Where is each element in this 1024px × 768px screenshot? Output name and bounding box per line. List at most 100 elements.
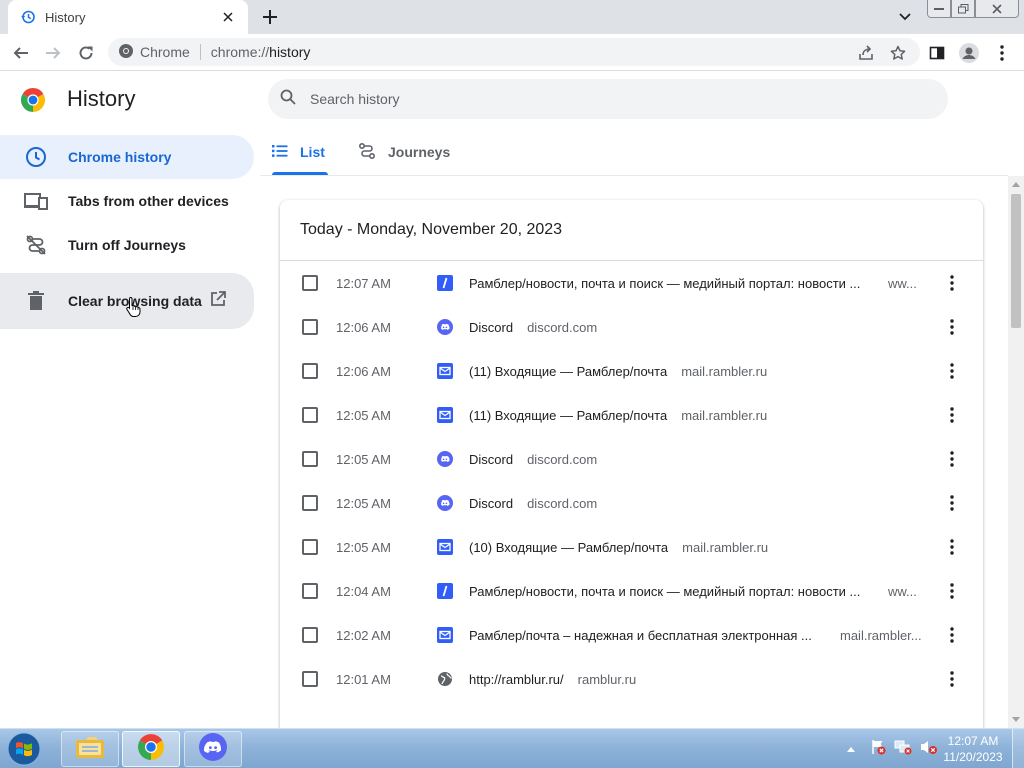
row-title-link[interactable]: (10) Входящие — Рамблер/почта mail.ramble… bbox=[469, 540, 768, 555]
row-checkbox[interactable] bbox=[302, 363, 318, 379]
row-checkbox[interactable] bbox=[302, 275, 318, 291]
row-time: 12:06 AM bbox=[336, 319, 391, 335]
tab-search-chevron-icon[interactable] bbox=[894, 6, 916, 28]
sidebar-item-label: Turn off Journeys bbox=[68, 237, 186, 253]
row-domain: ww... bbox=[888, 583, 917, 599]
row-title-link[interactable]: Discord discord.com bbox=[469, 452, 597, 467]
clock-icon bbox=[24, 145, 48, 169]
volume-muted-icon[interactable] bbox=[920, 739, 938, 760]
row-title-link[interactable]: Рамблер/новости, почта и поиск — медийны… bbox=[469, 276, 860, 291]
row-more-actions-icon[interactable] bbox=[942, 669, 962, 689]
history-row[interactable]: 12:05 AM (10) Входящие — Рамблер/почта mai… bbox=[280, 525, 983, 569]
search-box[interactable] bbox=[268, 79, 948, 119]
mail-icon bbox=[437, 539, 453, 555]
scrollbar-thumb[interactable] bbox=[1011, 194, 1021, 328]
sidebar-item-chrome-history[interactable]: Chrome history bbox=[0, 135, 254, 179]
taskbar-explorer-button[interactable] bbox=[61, 731, 119, 767]
share-icon[interactable] bbox=[852, 39, 880, 67]
mail-icon bbox=[437, 363, 453, 379]
row-title-link[interactable]: (11) Входящие — Рамблер/почта mail.ramble… bbox=[469, 364, 767, 379]
row-title: Рамблер/новости, почта и поиск — медийны… bbox=[469, 583, 861, 599]
row-more-actions-icon[interactable] bbox=[942, 625, 962, 645]
row-more-actions-icon[interactable] bbox=[942, 581, 962, 601]
browser-tab-history[interactable]: History bbox=[8, 0, 248, 34]
history-row[interactable]: 12:04 AM Рамблер/новости, почта и поиск —… bbox=[280, 569, 983, 613]
search-history-input[interactable] bbox=[310, 91, 870, 107]
row-more-actions-icon[interactable] bbox=[942, 317, 962, 337]
row-checkbox[interactable] bbox=[302, 671, 318, 687]
row-title: (10) Входящие — Рамблер/почта bbox=[469, 539, 669, 555]
clock-time: 12:07 AM bbox=[947, 734, 999, 748]
history-row[interactable]: 12:06 AM Discord discord.com bbox=[280, 305, 983, 349]
taskbar-discord-button[interactable] bbox=[184, 731, 242, 767]
row-checkbox[interactable] bbox=[302, 319, 318, 335]
row-domain: discord.com bbox=[527, 495, 598, 511]
page-scrollbar[interactable] bbox=[1008, 176, 1024, 728]
back-button[interactable] bbox=[7, 39, 35, 67]
show-hidden-icons-icon[interactable] bbox=[846, 740, 856, 758]
row-more-actions-icon[interactable] bbox=[942, 537, 962, 557]
tabs-divider bbox=[260, 175, 1008, 176]
discord-icon bbox=[437, 451, 453, 467]
row-checkbox[interactable] bbox=[302, 495, 318, 511]
system-tray bbox=[840, 729, 938, 768]
row-more-actions-icon[interactable] bbox=[942, 273, 962, 293]
close-window-button[interactable] bbox=[975, 0, 1019, 18]
url-scheme: chrome:// bbox=[210, 44, 270, 60]
row-title-link[interactable]: Discord discord.com bbox=[469, 320, 597, 335]
row-title-link[interactable]: Рамблер/новости, почта и поиск — медийны… bbox=[469, 584, 860, 599]
row-more-actions-icon[interactable] bbox=[942, 361, 962, 381]
new-tab-button[interactable] bbox=[258, 6, 282, 28]
journeys-icon bbox=[358, 142, 376, 163]
tab-list[interactable]: List bbox=[272, 129, 328, 175]
profile-avatar-icon[interactable] bbox=[955, 39, 983, 67]
sidebar-item-turn-off-journeys[interactable]: Turn off Journeys bbox=[0, 223, 254, 267]
row-title: (11) Входящие — Рамблер/почта bbox=[469, 407, 668, 423]
scroll-down-arrow[interactable] bbox=[1012, 717, 1020, 722]
history-row[interactable]: 12:02 AM Рамблер/почта – надежная и беспл… bbox=[280, 613, 983, 657]
taskbar-chrome-button[interactable] bbox=[122, 731, 180, 767]
action-center-flag-icon[interactable] bbox=[870, 739, 886, 760]
history-card: Today - Monday, November 20, 2023 12:07 … bbox=[280, 200, 983, 740]
sidebar-item-tabs-other-devices[interactable]: Tabs from other devices bbox=[0, 179, 254, 223]
row-checkbox[interactable] bbox=[302, 583, 318, 599]
row-title-link[interactable]: http://ramblur.ru/ramblur.ru bbox=[469, 672, 636, 687]
history-row[interactable]: 12:05 AM (11) Входящие — Рамблер/почта mai… bbox=[280, 393, 983, 437]
row-title-link[interactable]: (11) Входящие — Рамблер/почта mail.ramble… bbox=[469, 408, 767, 423]
history-row[interactable]: 12:07 AM Рамблер/новости, почта и поиск —… bbox=[280, 261, 983, 305]
forward-button[interactable] bbox=[39, 39, 67, 67]
row-domain: ww... bbox=[888, 275, 917, 291]
row-time: 12:05 AM bbox=[336, 539, 391, 555]
row-title-link[interactable]: Рамблер/почта – надежная и бесплатная эл… bbox=[469, 628, 812, 643]
omnibox[interactable]: Chrome chrome://history bbox=[108, 38, 920, 66]
tab-journeys[interactable]: Journeys bbox=[358, 129, 450, 175]
row-checkbox[interactable] bbox=[302, 539, 318, 555]
show-desktop-button[interactable] bbox=[1012, 729, 1024, 768]
row-more-actions-icon[interactable] bbox=[942, 405, 962, 425]
row-checkbox[interactable] bbox=[302, 627, 318, 643]
taskbar-clock[interactable]: 12:07 AM 11/20/2023 bbox=[940, 733, 1006, 765]
row-checkbox[interactable] bbox=[302, 451, 318, 467]
history-row[interactable]: 12:06 AM (11) Входящие — Рамблер/почта mai… bbox=[280, 349, 983, 393]
minimize-window-button[interactable] bbox=[927, 0, 951, 18]
restore-window-button[interactable] bbox=[951, 0, 975, 18]
menu-kebab-icon[interactable] bbox=[988, 39, 1016, 67]
bookmark-star-icon[interactable] bbox=[884, 39, 912, 67]
reload-button[interactable] bbox=[72, 39, 100, 67]
history-row[interactable]: 12:05 AM Discord discord.com bbox=[280, 437, 983, 481]
row-more-actions-icon[interactable] bbox=[942, 449, 962, 469]
side-panel-icon[interactable] bbox=[923, 39, 951, 67]
row-title: Discord bbox=[469, 319, 514, 335]
row-title: (11) Входящие — Рамблер/почта bbox=[469, 363, 668, 379]
start-button[interactable] bbox=[4, 730, 44, 768]
history-row[interactable]: 12:05 AM Discord discord.com bbox=[280, 481, 983, 525]
scroll-up-arrow[interactable] bbox=[1012, 182, 1020, 187]
devices-icon bbox=[24, 189, 48, 213]
mail-icon bbox=[437, 407, 453, 423]
network-icon[interactable] bbox=[894, 739, 912, 760]
row-more-actions-icon[interactable] bbox=[942, 493, 962, 513]
row-title-link[interactable]: Discord discord.com bbox=[469, 496, 597, 511]
row-checkbox[interactable] bbox=[302, 407, 318, 423]
close-tab-icon[interactable] bbox=[218, 7, 238, 27]
history-row[interactable]: 12:01 AM http://ramblur.ru/ramblur.ru bbox=[280, 657, 983, 701]
